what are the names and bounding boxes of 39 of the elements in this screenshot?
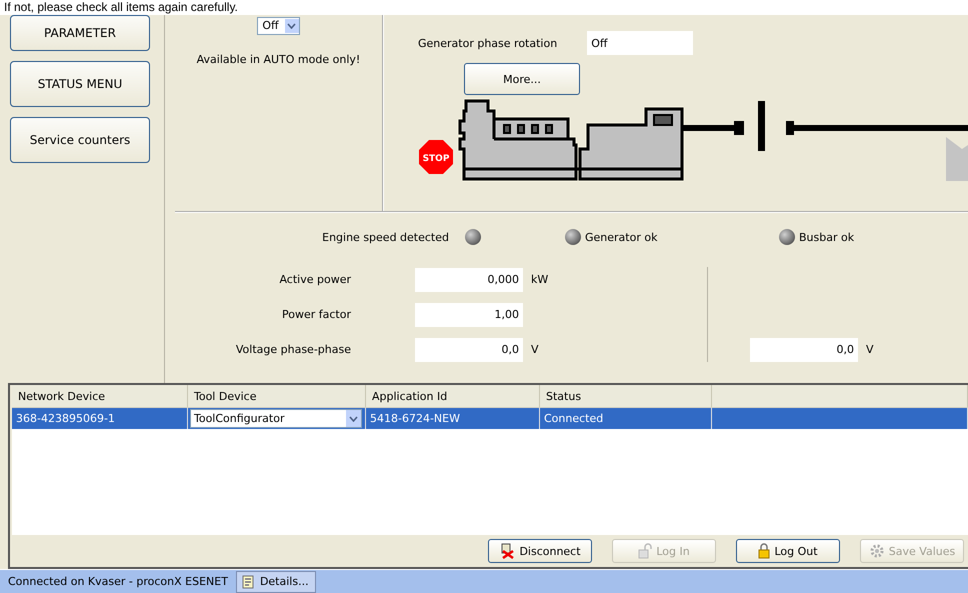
value-field: 1,00 xyxy=(415,302,523,326)
column-header[interactable]: Application Id xyxy=(366,385,540,407)
more-button[interactable]: More... xyxy=(464,63,580,95)
column-header[interactable]: Tool Device xyxy=(188,385,366,407)
measurement-label: Active power xyxy=(278,273,352,286)
table-cell: 5418-6724-NEW xyxy=(370,412,460,425)
table-cell: Connected xyxy=(544,412,604,425)
unit-label: kW xyxy=(531,273,548,286)
unit-label: V xyxy=(866,343,874,356)
connection-status: Connected on Kvaser - proconX ESENET xyxy=(8,575,228,588)
indicator-label: Busbar ok xyxy=(799,230,854,244)
action-button[interactable]: Disconnect xyxy=(488,539,592,563)
measurement-label: Voltage phase-phase xyxy=(234,343,352,356)
busbar-value-field: 0,0 xyxy=(750,338,858,362)
nav-button[interactable]: STATUS MENU xyxy=(10,61,150,107)
column-header[interactable]: Status xyxy=(540,385,712,407)
mode-note: Available in AUTO mode only! xyxy=(196,53,360,66)
device-row[interactable]: 368-423895069-1 ToolConfigurator 5418-6724-NEW Connected xyxy=(12,408,968,429)
value-field: 0,000 xyxy=(415,268,523,292)
indicator-label: Engine speed detected xyxy=(321,230,450,244)
details-button[interactable]: Details... xyxy=(236,570,316,592)
indicator-label: Generator ok xyxy=(585,230,658,244)
instruction-text: If not, please check all items again carefully. xyxy=(0,0,968,15)
stop-sign-icon: STOP xyxy=(418,139,454,175)
field-label: Generator phase rotation xyxy=(418,36,558,50)
unlocked-padlock-icon xyxy=(638,543,652,559)
padlock-icon xyxy=(758,543,770,559)
gear-icon xyxy=(868,543,885,559)
value-field: 0,0 xyxy=(415,338,523,362)
mode-dropdown[interactable]: Off xyxy=(257,17,300,35)
action-button[interactable]: Log Out xyxy=(736,539,840,563)
column-header[interactable]: Network Device xyxy=(12,385,188,407)
nav-button[interactable]: Service counters xyxy=(10,117,150,163)
table-cell: 368-423895069-1 xyxy=(16,412,115,425)
phase-rotation-field: Off xyxy=(587,31,694,55)
nav-button[interactable]: PARAMETER xyxy=(10,15,150,51)
tool-device-dropdown[interactable]: ToolConfigurator xyxy=(190,409,362,428)
measurement-label: Power factor xyxy=(281,308,352,321)
unit-label: V xyxy=(531,343,539,356)
